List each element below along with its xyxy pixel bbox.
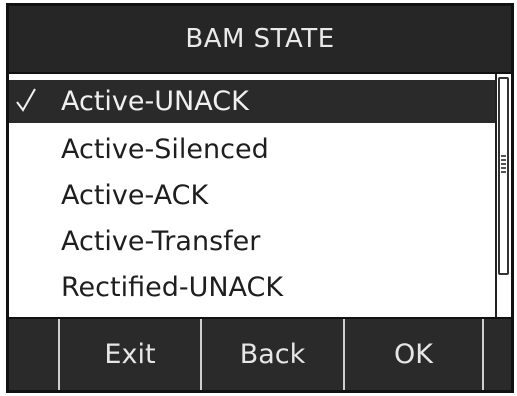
state-list: Active-UNACK Active-Silenced Active-ACK … xyxy=(9,72,511,317)
softkey-5[interactable] xyxy=(484,319,511,390)
back-button[interactable]: Back xyxy=(202,319,343,390)
list-item-label: Rectified-UNACK xyxy=(61,272,284,303)
list-item-label: Active-Transfer xyxy=(61,226,261,257)
screen-title: BAM STATE xyxy=(185,24,335,54)
list-item-label: Active-Silenced xyxy=(61,134,269,165)
list-scrollbar[interactable] xyxy=(495,74,511,317)
list-item-rectified-unack[interactable]: Rectified-UNACK xyxy=(9,266,495,309)
list-item-label: Active-UNACK xyxy=(61,86,249,117)
ok-button[interactable]: OK xyxy=(345,319,482,390)
scrollbar-thumb[interactable] xyxy=(498,77,509,275)
list-item-active-transfer[interactable]: Active-Transfer xyxy=(9,220,495,263)
bam-state-screen: BAM STATE Active-UNACK Active-Silenced A… xyxy=(6,3,514,393)
list-item-label: Active-ACK xyxy=(61,180,209,211)
list-item-active-silenced[interactable]: Active-Silenced xyxy=(9,128,495,171)
softkey-bar: Exit Back OK xyxy=(9,317,511,390)
list-item-active-ack[interactable]: Active-ACK xyxy=(9,174,495,217)
exit-button[interactable]: Exit xyxy=(60,319,200,390)
title-bar: BAM STATE xyxy=(9,6,511,72)
softkey-1[interactable] xyxy=(9,319,58,390)
list-item-active-unack[interactable]: Active-UNACK xyxy=(9,80,495,123)
checkmark-icon xyxy=(16,88,36,112)
